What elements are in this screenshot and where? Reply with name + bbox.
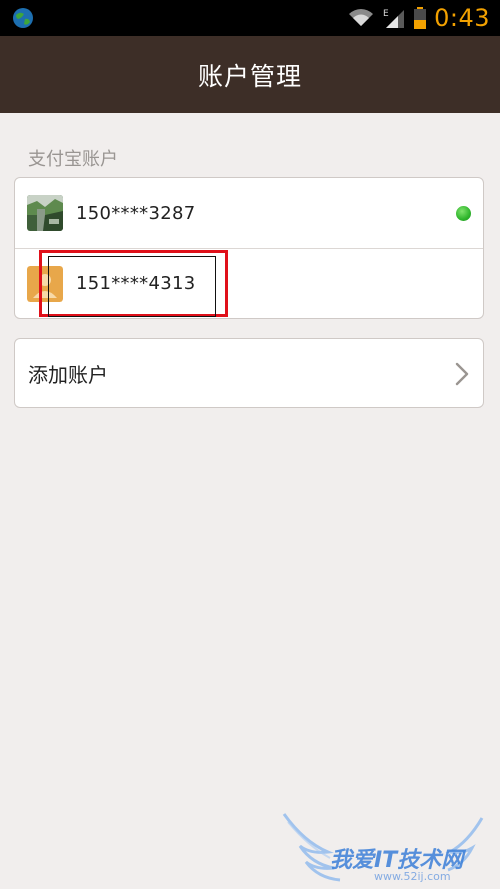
wings-logo-icon [282,813,484,882]
globe-icon [13,8,33,28]
network-type-label: E [383,9,389,19]
accounts-list: 150****3287 151****4313 [14,177,484,319]
default-avatar-icon [27,265,63,302]
status-bar: E 0:43 [0,0,500,36]
signal-icon: E [383,9,405,28]
account-name: 150****3287 [76,202,196,224]
battery-icon [414,7,427,29]
account-name: 151****4313 [76,273,196,294]
add-account-button[interactable]: 添加账户 [14,338,484,408]
add-account-label: 添加账户 [28,362,108,387]
status-icons: E 0:43 [348,0,490,36]
watermark: 我爱IT技术网 www.52ij.com [282,812,492,889]
watermark-url: www.52ij.com [374,870,451,883]
page-title: 账户管理 [197,61,302,91]
status-time: 0:43 [434,4,490,32]
photo-avatar [27,195,63,231]
watermark-text: 我爱IT技术网 [330,848,464,873]
chevron-right-icon [455,362,469,386]
section-label: 支付宝账户 [28,149,118,170]
wifi-icon [349,9,374,26]
app-header: 账户管理 [0,36,500,113]
account-row-2[interactable]: 151****4313 [15,248,483,318]
account-row-1[interactable]: 150****3287 [15,178,483,248]
online-status-icon [456,206,471,221]
